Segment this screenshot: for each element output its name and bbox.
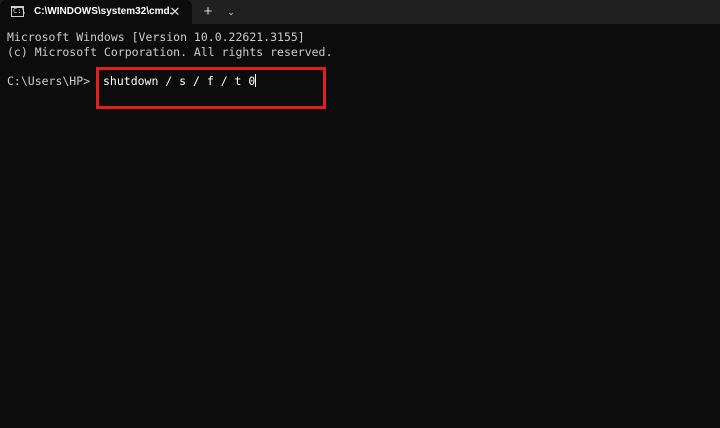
- version-line: Microsoft Windows [Version 10.0.22621.31…: [7, 30, 305, 44]
- copyright-line: (c) Microsoft Corporation. All rights re…: [7, 45, 333, 59]
- terminal-output[interactable]: Microsoft Windows [Version 10.0.22621.31…: [0, 24, 720, 428]
- tab-bar: C:\ C:\WINDOWS\system32\cmd. ✕ + ⌄: [0, 0, 720, 24]
- terminal-icon-glyph: C:\: [13, 7, 26, 15]
- prompt: C:\Users\HP>: [7, 74, 91, 88]
- close-icon[interactable]: ✕: [167, 4, 183, 20]
- highlight-box: [96, 67, 326, 109]
- tab-title: C:\WINDOWS\system32\cmd.: [34, 6, 173, 17]
- plus-icon[interactable]: +: [199, 3, 217, 21]
- tab-cmd[interactable]: C:\ C:\WINDOWS\system32\cmd. ✕: [0, 0, 192, 24]
- terminal-icon: C:\: [11, 6, 26, 17]
- chevron-down-icon[interactable]: ⌄: [223, 3, 239, 21]
- terminal-window: C:\ C:\WINDOWS\system32\cmd. ✕ + ⌄ Micro…: [0, 0, 720, 428]
